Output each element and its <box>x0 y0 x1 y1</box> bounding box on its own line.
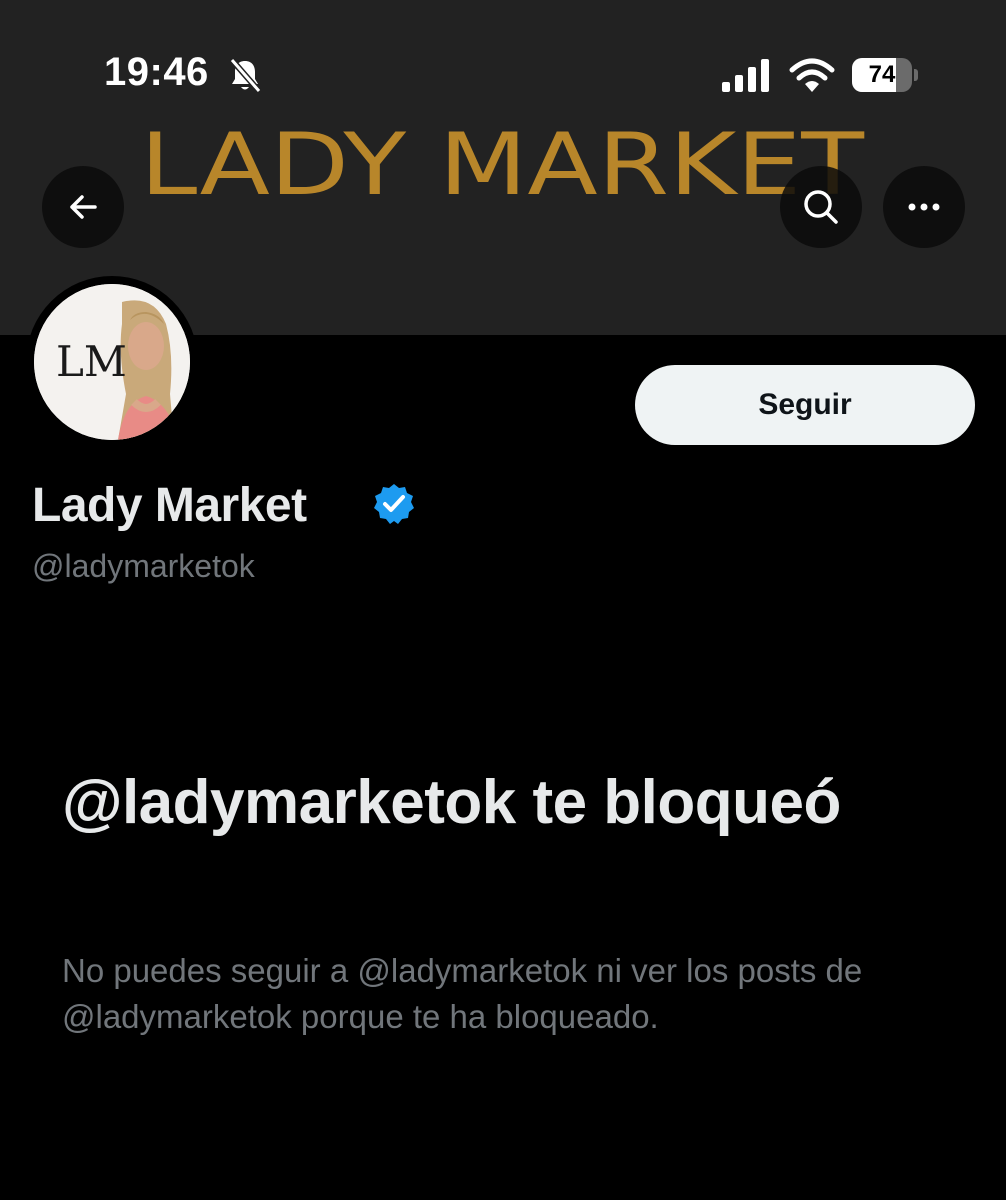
profile-handle: @ladymarketok <box>32 548 255 584</box>
avatar[interactable]: LM <box>26 276 198 448</box>
avatar-monogram: LM <box>56 337 127 386</box>
status-bar: 19:46 74 <box>0 0 1006 110</box>
more-horizontal-icon <box>908 203 940 211</box>
blocked-description: No puedes seguir a @ladymarketok ni ver … <box>62 952 863 1035</box>
wifi-icon <box>789 58 835 92</box>
profile-name: Lady Market <box>32 479 307 532</box>
signal-icon <box>722 59 769 92</box>
battery-icon: 74 <box>852 58 918 92</box>
search-icon <box>804 190 838 224</box>
follow-button[interactable]: Seguir <box>635 365 975 445</box>
more-button[interactable] <box>883 166 965 248</box>
verified-badge-icon <box>374 484 414 524</box>
arrow-left-icon <box>70 195 97 219</box>
search-button[interactable] <box>780 166 862 248</box>
battery-body: 74 <box>852 58 912 92</box>
brand-logo: LADY MARKET <box>140 115 865 206</box>
avatar-photo: LM <box>34 284 190 440</box>
battery-cap <box>914 69 918 81</box>
brand-logo-text: LADY MARKET <box>140 115 865 206</box>
status-time: 19:46 <box>104 50 209 94</box>
battery-percent: 74 <box>868 61 896 88</box>
avatar-image: LM <box>34 284 190 440</box>
back-button[interactable] <box>42 166 124 248</box>
bell-slash-icon <box>229 58 262 93</box>
blocked-title: @ladymarketok te bloqueó <box>62 768 841 837</box>
